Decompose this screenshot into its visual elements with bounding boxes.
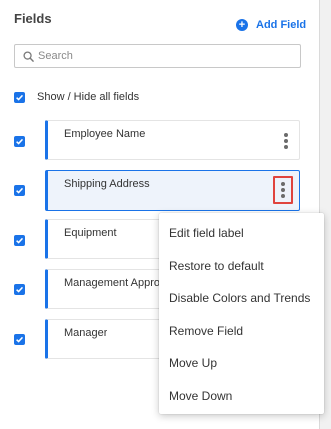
menu-item-edit-field-label[interactable]: Edit field label: [159, 217, 324, 250]
menu-item-remove-field[interactable]: Remove Field: [159, 315, 324, 348]
more-options-icon[interactable]: [282, 131, 290, 151]
menu-item-move-up[interactable]: Move Up: [159, 347, 324, 380]
menu-item-move-down[interactable]: Move Down: [159, 380, 324, 413]
field-label: Equipment: [64, 227, 117, 239]
panel-title: Fields: [14, 11, 52, 26]
field-checkbox-management-approval[interactable]: [14, 284, 25, 295]
field-checkbox-equipment[interactable]: [14, 235, 25, 246]
checkmark-icon: [16, 336, 24, 343]
plus-circle-icon: +: [236, 19, 248, 31]
field-checkbox-manager[interactable]: [14, 334, 25, 345]
show-all-label: Show / Hide all fields: [37, 91, 140, 103]
checkmark-icon: [16, 187, 24, 194]
field-label: Employee Name: [64, 128, 146, 140]
field-label: Management Approval: [64, 277, 159, 289]
add-field-button[interactable]: + Add Field: [236, 19, 306, 31]
more-options-icon[interactable]: [273, 176, 293, 204]
show-all-checkbox[interactable]: [14, 92, 25, 103]
field-label: Shipping Address: [64, 178, 150, 190]
field-item-employee-name[interactable]: Employee Name: [45, 120, 300, 160]
field-item-shipping-address[interactable]: Shipping Address: [45, 170, 300, 211]
field-checkbox-employee-name[interactable]: [14, 136, 25, 147]
checkmark-icon: [16, 286, 24, 293]
checkmark-icon: [16, 138, 24, 145]
field-checkbox-shipping-address[interactable]: [14, 185, 25, 196]
checkmark-icon: [16, 237, 24, 244]
search-input[interactable]: [38, 50, 288, 62]
field-label: Manager: [64, 327, 108, 339]
add-field-label: Add Field: [256, 19, 307, 31]
search-icon: [23, 50, 34, 62]
field-context-menu: Edit field label Restore to default Disa…: [159, 213, 324, 414]
search-box[interactable]: [14, 44, 301, 68]
menu-item-disable-colors-and-trends[interactable]: Disable Colors and Trends: [159, 282, 324, 315]
checkmark-icon: [16, 94, 24, 101]
menu-item-restore-to-default[interactable]: Restore to default: [159, 250, 324, 283]
